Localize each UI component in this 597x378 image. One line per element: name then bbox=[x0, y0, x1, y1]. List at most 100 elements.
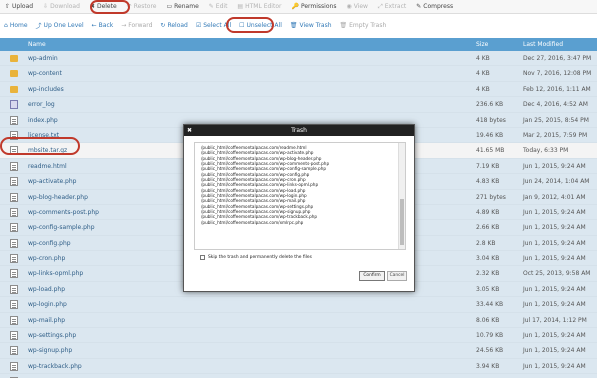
file-name[interactable]: wp-signup.php bbox=[28, 347, 72, 354]
file-row[interactable]: wp-trackback.php 3.94 KB Jun 1, 2015, 9:24… bbox=[0, 358, 597, 375]
file-name[interactable]: wp-links-opml.php bbox=[28, 270, 83, 277]
column-last-modified[interactable]: Last Modified bbox=[523, 41, 563, 48]
file-name[interactable]: wp-blog-header.php bbox=[28, 194, 88, 201]
file-size: 236.6 KB bbox=[476, 101, 504, 109]
file-modified: Feb 12, 2016, 1:11 AM bbox=[523, 85, 591, 93]
file-size: 8.06 KB bbox=[476, 316, 500, 324]
toolbar-label: Download bbox=[50, 3, 80, 10]
upload-icon: ⇧ bbox=[5, 3, 11, 10]
rename-icon: ▭ bbox=[166, 3, 173, 10]
file-size: 4 KB bbox=[476, 70, 490, 78]
file-name[interactable]: wp-content bbox=[28, 70, 62, 77]
file-size: 24.56 KB bbox=[476, 347, 504, 355]
upload-button[interactable]: ⇧ Upload bbox=[0, 0, 38, 14]
file-modified: Jun 1, 2015, 9:24 AM bbox=[523, 285, 586, 293]
column-size[interactable]: Size bbox=[476, 41, 488, 48]
extract-button[interactable]: ⤢ Extract bbox=[373, 0, 411, 14]
edit-button[interactable]: ✎ Edit bbox=[204, 0, 233, 14]
file-name[interactable]: wp-includes bbox=[28, 86, 64, 93]
view-button[interactable]: ◉ View bbox=[341, 0, 373, 14]
file-name[interactable]: wp-config-sample.php bbox=[28, 224, 95, 231]
file-modified: Jun 1, 2015, 9:24 AM bbox=[523, 224, 586, 232]
file-size: 2.66 KB bbox=[476, 224, 500, 232]
file-name[interactable]: wp-settings.php bbox=[28, 332, 76, 339]
file-icon bbox=[10, 361, 18, 371]
actionbar-label: Home bbox=[9, 21, 28, 29]
skip-trash-option[interactable]: Skip the trash and permanently delete th… bbox=[200, 255, 312, 260]
rename-button[interactable]: ▭ Rename bbox=[161, 0, 203, 14]
folder-icon bbox=[10, 85, 18, 93]
file-row[interactable]: wp-login.php 33.44 KB Jun 1, 2015, 9:24 AM bbox=[0, 297, 597, 313]
skip-trash-checkbox[interactable] bbox=[200, 255, 205, 260]
file-row[interactable]: wp-content 4 KB Nov 7, 2016, 12:08 PM bbox=[0, 66, 597, 82]
confirm-button[interactable]: Confirm bbox=[359, 271, 385, 281]
annotation-circle-delete bbox=[90, 0, 130, 14]
file-modified: Mar 2, 2015, 7:59 PM bbox=[523, 131, 588, 139]
file-row[interactable]: wp-mail.php 8.06 KB Jul 17, 2014, 1:12 PM bbox=[0, 312, 597, 329]
file-row[interactable]: wp-includes 4 KB Feb 12, 2016, 1:11 AM bbox=[0, 81, 597, 98]
view-trash-button[interactable]: 🗑 View Trash bbox=[286, 16, 336, 34]
file-name[interactable]: error_log bbox=[28, 101, 55, 108]
download-icon: ⇩ bbox=[43, 3, 49, 10]
file-name[interactable]: wp-trackback.php bbox=[28, 363, 82, 370]
file-icon bbox=[10, 331, 18, 341]
file-size: 4.83 KB bbox=[476, 178, 500, 186]
back-button[interactable]: ← Back bbox=[88, 16, 118, 34]
file-size: 7.19 KB bbox=[476, 162, 500, 170]
file-name[interactable]: wp-mail.php bbox=[28, 317, 65, 324]
forward-button[interactable]: → Forward bbox=[117, 16, 156, 34]
file-name[interactable]: wp-load.php bbox=[28, 286, 65, 293]
home-button[interactable]: ⌂ Home bbox=[0, 16, 32, 34]
file-modified: Jun 24, 2014, 1:04 AM bbox=[523, 178, 590, 186]
back-icon: ← bbox=[91, 21, 97, 29]
close-icon[interactable]: ✖ bbox=[187, 125, 192, 136]
file-icon bbox=[10, 300, 18, 310]
file-modified: Nov 7, 2016, 12:08 PM bbox=[523, 70, 592, 78]
file-name[interactable]: wp-comments-post.php bbox=[28, 209, 99, 216]
trash-file-list[interactable]: /public_html/coffeemontalpacas.com/readm… bbox=[194, 142, 406, 250]
file-size: 271 bytes bbox=[476, 193, 506, 201]
permissions-button[interactable]: 🔑 Permissions bbox=[286, 0, 341, 14]
cancel-button[interactable]: Cancel bbox=[387, 271, 407, 281]
up-level-icon: ⤴ bbox=[35, 22, 42, 30]
download-button[interactable]: ⇩ Download bbox=[38, 0, 85, 14]
reload-button[interactable]: ↻ Reload bbox=[156, 16, 191, 34]
file-row[interactable]: wp-admin 4 KB Dec 27, 2016, 3:47 PM bbox=[0, 51, 597, 67]
toolbar-label: Compress bbox=[423, 3, 454, 10]
file-size: 3.94 KB bbox=[476, 362, 500, 370]
empty-trash-button[interactable]: 🗑 Empty Trash bbox=[336, 16, 391, 34]
file-icon bbox=[10, 284, 18, 294]
file-icon bbox=[10, 315, 18, 325]
file-size: 33.44 KB bbox=[476, 301, 504, 309]
file-size: 3.04 KB bbox=[476, 255, 500, 263]
file-name[interactable]: wp-config.php bbox=[28, 240, 71, 247]
file-row[interactable]: xmlrpc.php2.96 KBJun 1, 2015, 9:24 AM bbox=[0, 374, 597, 378]
file-size: 2.8 KB bbox=[476, 239, 496, 247]
file-row[interactable]: error_log 236.6 KB Dec 4, 2016, 4:52 AM bbox=[0, 97, 597, 113]
file-name[interactable]: wp-login.php bbox=[28, 301, 67, 308]
navigation-bar: ⌂ Home ⤴ Up One Level ← Back → Forward ↻ Reload ☑ S… bbox=[0, 16, 597, 34]
file-name[interactable]: wp-activate.php bbox=[28, 178, 76, 185]
html-editor-button[interactable]: ▤ HTML Editor bbox=[232, 0, 286, 14]
file-name[interactable]: wp-cron.php bbox=[28, 255, 65, 262]
file-icon bbox=[10, 254, 18, 264]
file-name[interactable]: wp-admin bbox=[28, 55, 58, 62]
file-modified: Jun 1, 2015, 9:24 AM bbox=[523, 208, 586, 216]
file-icon bbox=[10, 161, 18, 171]
compress-button[interactable]: ✎ Compress bbox=[411, 0, 458, 14]
up-one-level-button[interactable]: ⤴ Up One Level bbox=[32, 16, 88, 34]
dialog-title: Trash bbox=[291, 127, 307, 134]
dialog-scrollbar[interactable] bbox=[398, 143, 405, 249]
file-row[interactable]: wp-signup.php 24.56 KB Jun 1, 2015, 9:24 A… bbox=[0, 343, 597, 359]
file-size: 41.65 MB bbox=[476, 147, 505, 155]
file-row[interactable]: wp-settings.php 10.79 KB Jun 1, 2015, 9:24… bbox=[0, 328, 597, 344]
column-name[interactable]: Name bbox=[28, 41, 46, 48]
actionbar-label: Up One Level bbox=[43, 21, 84, 29]
scrollbar-thumb[interactable] bbox=[400, 199, 404, 245]
file-modified: Jan 9, 2012, 4:01 AM bbox=[523, 193, 586, 201]
file-size: 4.89 KB bbox=[476, 208, 500, 216]
file-modified: Jun 1, 2015, 9:24 AM bbox=[523, 362, 586, 370]
file-name[interactable]: index.php bbox=[28, 117, 58, 124]
file-name[interactable]: readme.html bbox=[28, 163, 67, 170]
file-icon bbox=[10, 177, 18, 187]
